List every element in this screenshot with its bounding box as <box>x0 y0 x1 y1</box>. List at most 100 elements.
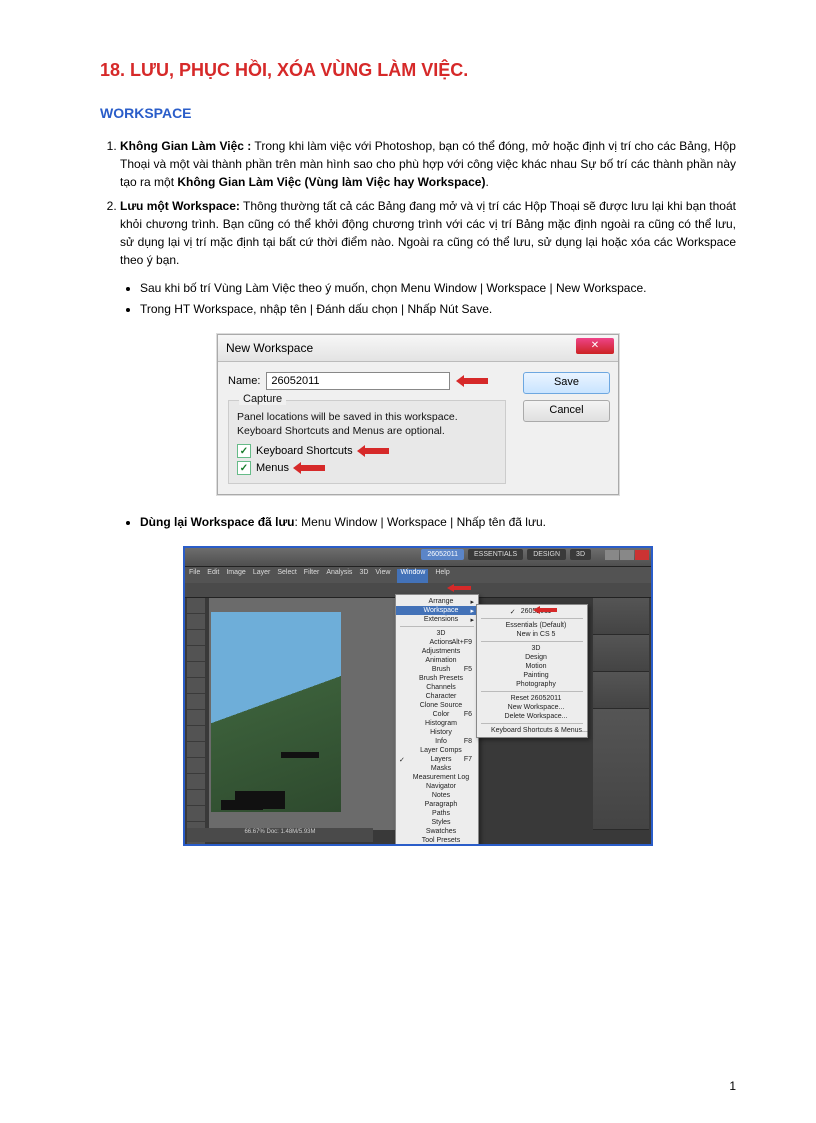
menu-item[interactable]: History <box>396 728 478 737</box>
close-button[interactable]: ✕ <box>576 338 614 354</box>
menu-item[interactable]: Measurement Log <box>396 773 478 782</box>
keyboard-shortcuts-checkbox[interactable]: ✓ Keyboard Shortcuts <box>237 444 497 458</box>
menu-item[interactable]: New in CS 5 <box>477 630 587 639</box>
cancel-button[interactable]: Cancel <box>523 400 610 422</box>
workspace-tab[interactable]: 3D <box>570 549 591 560</box>
menu-item[interactable]: Character <box>396 692 478 701</box>
arrow-icon <box>447 584 473 592</box>
menu-item[interactable]: Keyboard Shortcuts & Menus... <box>477 726 587 735</box>
page-title: 18. LƯU, PHỤC HỒI, XÓA VÙNG LÀM VIỆC. <box>100 60 736 81</box>
menu-item[interactable]: Styles <box>396 818 478 827</box>
new-workspace-dialog: New Workspace ✕ Save Cancel Name: 260520… <box>217 334 619 495</box>
arrow-icon <box>462 375 498 387</box>
menu-item[interactable]: Edit <box>207 569 219 583</box>
workspace-submenu[interactable]: 26052011 Essentials (Default)New in CS 5 3… <box>476 604 588 738</box>
list-item-bold: Không Gian Làm Việc (Vùng làm Việc hay W… <box>177 175 485 189</box>
list-item: Không Gian Làm Việc : Trong khi làm việc… <box>120 137 736 191</box>
list-item: Trong HT Workspace, nhập tên | Đánh dấu … <box>140 300 736 319</box>
checkbox-label: Keyboard Shortcuts <box>256 445 353 457</box>
list-item-label: Lưu một Workspace: <box>120 199 240 213</box>
dialog-title: New Workspace <box>226 341 313 355</box>
menu-item[interactable]: Paragraph <box>396 800 478 809</box>
menu-item[interactable]: Arrange▸ <box>396 597 478 606</box>
menu-item[interactable]: 26052011 <box>477 607 587 616</box>
bullet-list: Dùng lại Workspace đã lưu: Menu Window |… <box>140 513 736 532</box>
menu-item[interactable]: Layer Comps <box>396 746 478 755</box>
menu-item[interactable]: Tool Presets <box>396 836 478 845</box>
menu-item[interactable]: New Workspace... <box>477 703 587 712</box>
menu-item[interactable]: Clone Source <box>396 701 478 710</box>
menu-item[interactable]: Select <box>277 569 296 583</box>
checkmark-icon: ✓ <box>237 444 251 458</box>
workspace-tab[interactable]: DESIGN <box>527 549 566 560</box>
menu-item[interactable]: Design <box>477 653 587 662</box>
fieldset-legend: Capture <box>239 393 286 405</box>
menu-item[interactable]: Essentials (Default) <box>477 621 587 630</box>
menubar[interactable]: File Edit Image Layer Select Filter Analysis 3D… <box>185 567 651 583</box>
arrow-icon <box>533 606 559 614</box>
menu-item[interactable]: Window <box>397 569 428 583</box>
menu-item[interactable]: Adjustments <box>396 647 478 656</box>
menu-item[interactable]: Photography <box>477 680 587 689</box>
menu-item[interactable]: 3D <box>359 569 368 583</box>
window-menu-dropdown[interactable]: Arrange▸Workspace▸Extensions▸ 3DActionsAl… <box>395 594 479 846</box>
arrow-icon <box>299 462 335 474</box>
menu-item[interactable]: InfoF8 <box>396 737 478 746</box>
panel-dock[interactable] <box>593 598 649 830</box>
workspace-tab[interactable]: 26052011 <box>421 549 464 560</box>
status-bar: 66.67% Doc: 1.48M/5.93M <box>187 828 373 842</box>
canvas-area <box>209 598 409 830</box>
toolbox[interactable] <box>187 598 205 846</box>
fieldset-description: Panel locations will be saved in this wo… <box>237 411 497 438</box>
section-subtitle: WORKSPACE <box>100 105 736 121</box>
workspace-tab[interactable]: ESSENTIALS <box>468 549 523 560</box>
menu-item[interactable]: Swatches <box>396 827 478 836</box>
save-button[interactable]: Save <box>523 372 610 394</box>
dialog-titlebar: New Workspace ✕ <box>218 335 618 362</box>
menu-item[interactable]: 3D <box>477 644 587 653</box>
app-titlebar: 26052011 ESSENTIALS DESIGN 3D <box>185 548 651 567</box>
list-item-tail: . <box>485 175 488 189</box>
menu-item[interactable]: Workspace▸ <box>396 606 478 615</box>
menu-item[interactable]: Extensions▸ <box>396 615 478 624</box>
menu-item[interactable]: Navigator <box>396 782 478 791</box>
checkbox-label: Menus <box>256 462 289 474</box>
list-item-label: Không Gian Làm Việc : <box>120 139 251 153</box>
menu-item[interactable]: Reset 26052011 <box>477 694 587 703</box>
menu-item[interactable]: Analysis <box>326 569 352 583</box>
menu-item[interactable]: ActionsAlt+F9 <box>396 638 478 647</box>
bullet-text: : Menu Window | Workspace | Nhấp tên đã … <box>295 515 547 529</box>
menu-item[interactable]: Painting <box>477 671 587 680</box>
menu-item[interactable]: Help <box>435 569 449 583</box>
menu-item[interactable]: Animation <box>396 656 478 665</box>
menu-item[interactable]: BrushF5 <box>396 665 478 674</box>
menu-item[interactable]: File <box>189 569 200 583</box>
bullet-bold: Dùng lại Workspace đã lưu <box>140 515 295 529</box>
menu-item[interactable]: Brush Presets <box>396 674 478 683</box>
menu-item[interactable]: Paths <box>396 809 478 818</box>
menu-item[interactable]: Layer <box>253 569 271 583</box>
arrow-icon <box>363 445 399 457</box>
name-input[interactable]: 26052011 <box>266 372 450 390</box>
menu-item[interactable]: Motion <box>477 662 587 671</box>
menu-item[interactable]: View <box>375 569 390 583</box>
workspace-tabs: 26052011 ESSENTIALS DESIGN 3D <box>421 549 591 560</box>
ordered-list: Không Gian Làm Việc : Trong khi làm việc… <box>120 137 736 269</box>
list-item: Lưu một Workspace: Thông thường tất cả c… <box>120 197 736 269</box>
menu-item[interactable]: Filter <box>304 569 320 583</box>
menu-item[interactable]: Masks <box>396 764 478 773</box>
list-item: Sau khi bố trí Vùng Làm Việc theo ý muốn… <box>140 279 736 298</box>
menu-item[interactable]: Notes <box>396 791 478 800</box>
menus-checkbox[interactable]: ✓ Menus <box>237 461 497 475</box>
menu-item[interactable]: ColorF6 <box>396 710 478 719</box>
photoshop-window: 26052011 ESSENTIALS DESIGN 3D File Edit Image… <box>183 546 653 846</box>
name-label: Name: <box>228 375 260 387</box>
menu-item[interactable]: Image <box>226 569 245 583</box>
menu-item[interactable]: Delete Workspace... <box>477 712 587 721</box>
menu-item[interactable]: Histogram <box>396 719 478 728</box>
window-controls[interactable] <box>605 550 649 560</box>
checkmark-icon: ✓ <box>237 461 251 475</box>
menu-item[interactable]: 3D <box>396 629 478 638</box>
menu-item[interactable]: Channels <box>396 683 478 692</box>
menu-item[interactable]: LayersF7 <box>396 755 478 764</box>
